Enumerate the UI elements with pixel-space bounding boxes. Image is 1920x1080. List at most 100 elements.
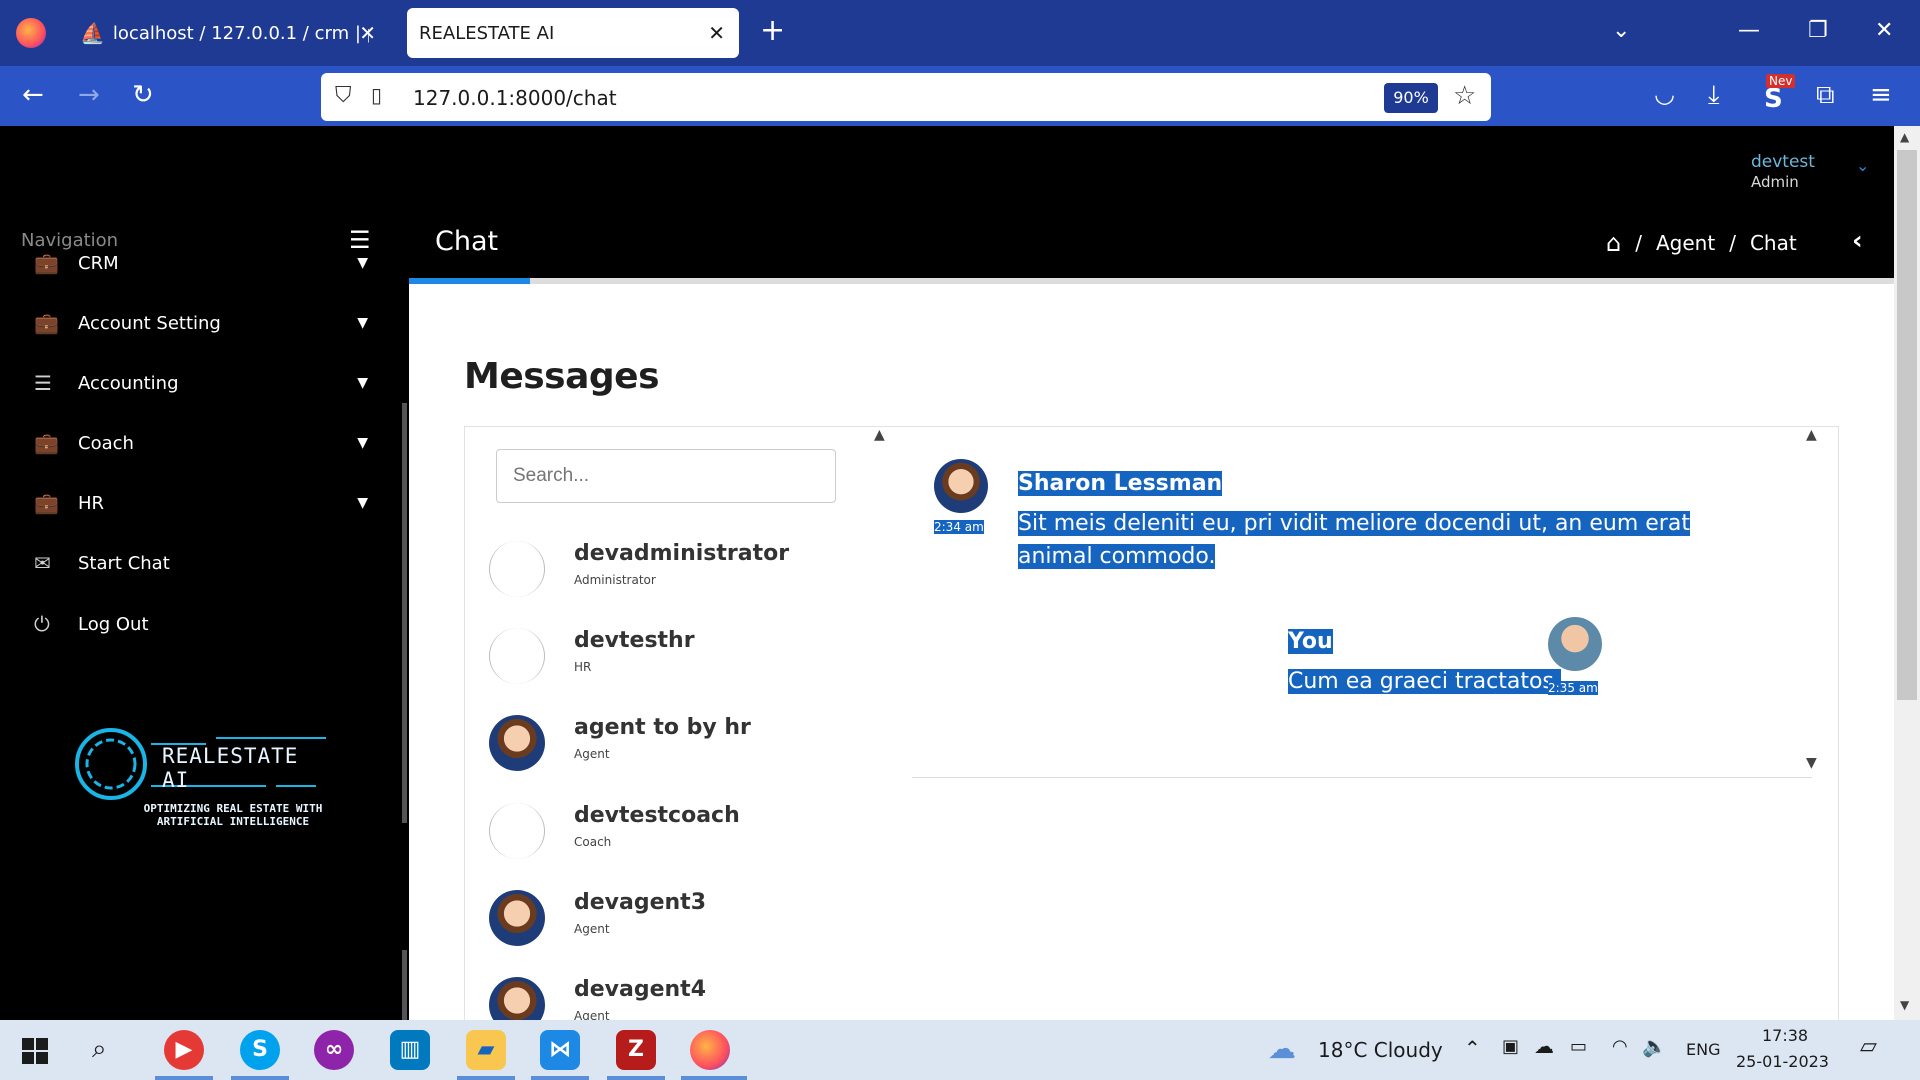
windows-start-icon[interactable] [22, 1038, 48, 1064]
restore-button[interactable]: ❐ [1808, 18, 1828, 43]
message-text-line: Cum ea graeci tractatos. [1288, 669, 1561, 694]
wifi-icon[interactable]: ◠ [1612, 1036, 1628, 1057]
app-running-indicator [531, 1076, 589, 1080]
close-icon[interactable]: ✕ [708, 21, 725, 45]
sidebar-item-accounting[interactable]: ☰ Accounting ▼ [34, 363, 374, 403]
chevron-down-icon[interactable]: ▼ [1806, 755, 1817, 771]
message-text-line: Sit meis deleniti eu, pri vidit meliore … [1018, 511, 1690, 536]
chevron-down-icon: ▼ [357, 495, 368, 511]
search-input[interactable] [496, 449, 836, 503]
sidebar-scrollbar[interactable] [402, 403, 407, 823]
message-sender: You [1288, 629, 1333, 654]
message-text: Cum ea graeci tractatos. [1288, 665, 1561, 698]
vscode-icon[interactable]: ⋈ [540, 1030, 580, 1070]
clock-time[interactable]: 17:38 [1762, 1026, 1808, 1045]
onedrive-icon[interactable]: ☁ [1534, 1034, 1554, 1058]
reload-icon[interactable]: ↻ [132, 80, 154, 110]
sidebar-item-coach[interactable]: 💼 Coach ▼ [34, 423, 374, 463]
contact-role: Coach [574, 835, 612, 849]
contact-name: devadministrator [574, 541, 790, 566]
chevron-up-icon[interactable]: ⌃ [1464, 1036, 1481, 1060]
address-bar[interactable]: ⛉ ▯ 127.0.0.1:8000/chat 90% ☆ [321, 73, 1491, 121]
sidebar: Navigation ☰ 💼 CRM ▼ 💼 Account Setting ▼… [0, 210, 409, 1020]
avatar [489, 541, 545, 597]
clock-date[interactable]: 25-01-2023 [1736, 1052, 1829, 1071]
bookmark-star-icon[interactable]: ☆ [1453, 81, 1476, 111]
message-sender-text: You [1288, 629, 1333, 654]
file-explorer-icon[interactable]: ▰ [466, 1030, 506, 1070]
zoom-level[interactable]: 90% [1384, 83, 1438, 113]
chat-divider [912, 777, 1812, 778]
briefcase-icon: 💼 [34, 491, 59, 515]
page-icon[interactable]: ▯ [371, 83, 382, 107]
firefox-icon[interactable] [16, 18, 46, 48]
contact-list-scrollbar[interactable]: ▲ [871, 427, 891, 1027]
windows-taskbar: ⌕ ▶ S ∞ ▥ ▰ ⋈ Z ☁ 18°C Cloudy ⌃ ▣ ☁ ▭ ◠ … [0, 1020, 1920, 1080]
chevron-up-icon[interactable]: ▲ [1900, 130, 1909, 144]
list-item[interactable]: devtestcoach Coach [489, 799, 869, 871]
list-item[interactable]: devagent3 Agent [489, 886, 869, 958]
breadcrumb-chat[interactable]: Chat [1750, 231, 1797, 255]
url-text[interactable]: 127.0.0.1:8000/chat [413, 86, 617, 110]
contact-name: agent to by hr [574, 715, 751, 740]
menu-icon[interactable]: ≡ [1870, 80, 1892, 110]
sidebar-scrollbar-lower[interactable] [402, 950, 407, 1020]
sidebar-item-account-setting[interactable]: 💼 Account Setting ▼ [34, 303, 374, 343]
tab-phpmyadmin[interactable]: ⛵ localhost / 127.0.0.1 / crm | php ✕ [68, 8, 390, 58]
list-item[interactable]: devtesthr HR [489, 624, 869, 696]
chat-scrollbar[interactable]: ▲ ▼ [1794, 427, 1838, 777]
new-tab-button[interactable]: + [760, 16, 785, 46]
extensions-icon[interactable]: ⧉ [1816, 80, 1835, 111]
home-icon[interactable]: ⌂ [1606, 229, 1621, 257]
weather-text[interactable]: 18°C Cloudy [1318, 1038, 1443, 1062]
meet-now-icon[interactable]: ▣ [1502, 1036, 1519, 1057]
sidebar-item-log-out[interactable]: ⏻ Log Out [34, 604, 374, 644]
user-name[interactable]: devtest [1751, 152, 1815, 172]
page-scrollbar-thumb[interactable] [1897, 150, 1917, 700]
close-icon[interactable]: ✕ [359, 21, 376, 45]
chevron-down-icon: ▼ [357, 315, 368, 331]
sidebar-item-start-chat[interactable]: ✉ Start Chat [34, 543, 374, 583]
sidebar-item-crm[interactable]: 💼 CRM ▼ [34, 243, 374, 283]
filezilla-icon[interactable]: Z [616, 1030, 656, 1070]
back-icon[interactable]: ← [22, 80, 44, 110]
forward-icon[interactable]: → [78, 80, 100, 110]
chevron-down-icon[interactable]: ⌄ [1856, 156, 1869, 175]
breadcrumb: ⌂ / Agent / Chat [1606, 229, 1797, 257]
volume-icon[interactable]: 🔈 [1642, 1034, 1667, 1058]
infinity-app-icon[interactable]: ∞ [314, 1030, 354, 1070]
list-item[interactable]: agent to by hr Agent [489, 711, 869, 783]
tab-realestate-ai[interactable]: REALESTATE AI ✕ [407, 8, 739, 58]
list-tabs-icon[interactable]: ⌄ [1612, 18, 1630, 43]
chevron-up-icon[interactable]: ▲ [874, 427, 885, 443]
language-indicator[interactable]: ENG [1686, 1040, 1720, 1059]
battery-icon[interactable]: ▭ [1570, 1036, 1587, 1057]
firefox-taskbar-icon[interactable] [690, 1030, 730, 1070]
sidebar-item-label: Coach [78, 432, 134, 454]
sidebar-item-label: Accounting [78, 372, 179, 394]
phpmyadmin-icon: ⛵ [80, 21, 105, 45]
extension-s-icon[interactable]: S Nev [1762, 74, 1796, 114]
sidebar-item-hr[interactable]: 💼 HR ▼ [34, 483, 374, 523]
downloads-icon[interactable]: ⤓ [1708, 80, 1720, 111]
chevron-down-icon[interactable]: ▼ [1900, 998, 1909, 1012]
minimize-button[interactable]: — [1738, 18, 1760, 43]
new-badge: Nev [1766, 74, 1796, 88]
notification-icon[interactable]: ▱ [1860, 1034, 1877, 1059]
trello-icon[interactable]: ▥ [390, 1030, 430, 1070]
list-item[interactable]: devadministrator Administrator [489, 537, 869, 609]
pocket-icon[interactable]: ◡ [1654, 80, 1675, 108]
chevron-down-icon: ▼ [357, 375, 368, 391]
sidebar-item-label: Start Chat [78, 552, 170, 574]
breadcrumb-agent[interactable]: Agent [1656, 231, 1715, 255]
chevron-up-icon[interactable]: ▲ [1806, 427, 1817, 443]
cloud-icon[interactable]: ☁ [1268, 1032, 1296, 1065]
mail-icon: ✉ [34, 551, 51, 575]
align-left-icon: ☰ [34, 371, 52, 395]
close-window-button[interactable]: ✕ [1875, 18, 1893, 43]
chevron-left-icon[interactable]: ‹ [1852, 226, 1863, 256]
skype-icon[interactable]: S [240, 1030, 280, 1070]
search-icon[interactable]: ⌕ [92, 1034, 107, 1065]
shield-icon[interactable]: ⛉ [335, 83, 352, 108]
recorder-app-icon[interactable]: ▶ [164, 1030, 204, 1070]
